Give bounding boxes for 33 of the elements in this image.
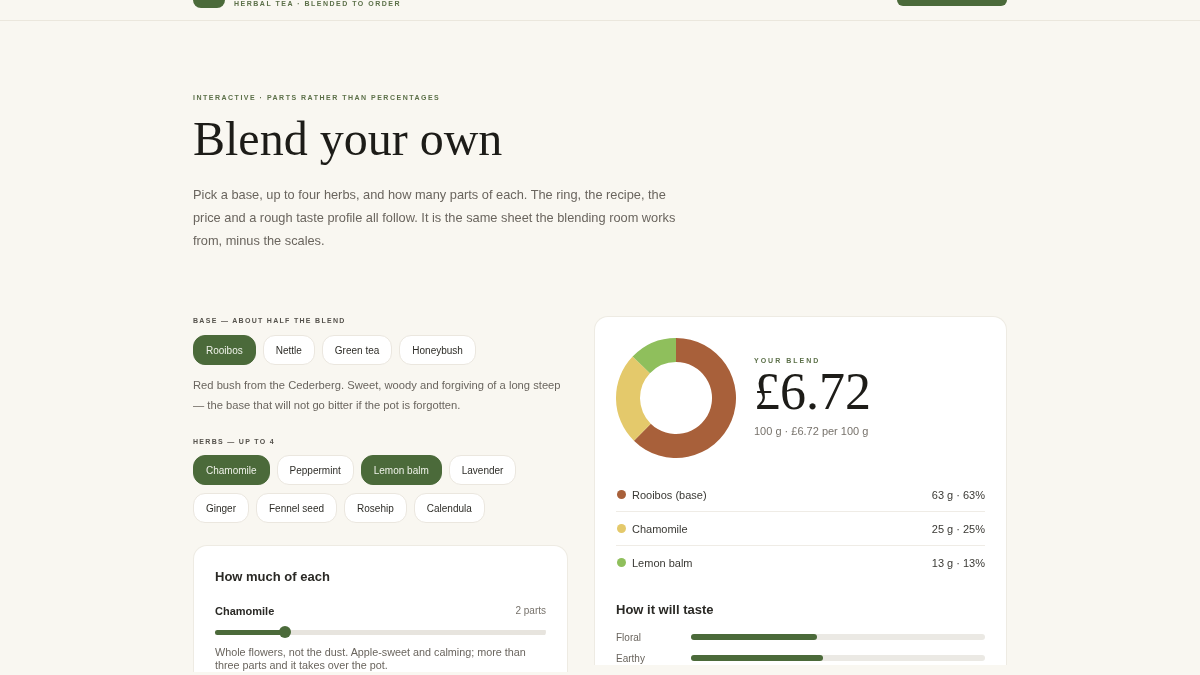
- option-chip[interactable]: Rosehip: [344, 493, 407, 523]
- price-detail: 100 g · £6.72 per 100 g: [754, 424, 870, 439]
- legend-value: 63 g · 63%: [931, 488, 985, 501]
- legend-label: Chamomile: [632, 522, 689, 535]
- option-chip[interactable]: Fennel seed: [256, 493, 338, 523]
- legend-value: 25 g · 25%: [931, 522, 985, 535]
- option-chip[interactable]: Lavender: [448, 455, 517, 485]
- header-button[interactable]: [897, 0, 1007, 6]
- slider-note: Whole flowers, not the dust. Apple-sweet and calming; more than three parts and it takes over the pot.: [215, 646, 527, 672]
- base-description: Red bush from the Cederberg. Sweet, woody and forgiving of a long steep — the base that will not go bitter if the pot is forgotten.: [193, 378, 562, 413]
- option-chip[interactable]: Lemon balm: [360, 455, 442, 485]
- option-chip[interactable]: Rooibos: [193, 335, 256, 365]
- price-total: £6.72: [754, 366, 871, 418]
- option-chip[interactable]: Ginger: [193, 493, 249, 523]
- page-title: Blend your own: [193, 115, 504, 163]
- intro-paragraph: Pick a base, up to four herbs, and how many parts of each. The ring, the recipe, the price and a rough taste profile all follow. It is the same sheet the blending room works from, minus the scales.: [193, 186, 677, 250]
- card-title: How much of each: [215, 569, 331, 585]
- option-chip[interactable]: Calendula: [413, 493, 485, 523]
- legend-label: Lemon balm: [632, 556, 694, 569]
- taste-label: Floral: [616, 631, 642, 643]
- taste-label: Earthy: [616, 652, 646, 664]
- slider-thumb[interactable]: [278, 626, 291, 638]
- option-chip[interactable]: Peppermint: [276, 455, 354, 485]
- option-chip[interactable]: Green tea: [321, 335, 393, 365]
- logo-icon[interactable]: [193, 0, 225, 8]
- option-chip[interactable]: Chamomile: [193, 455, 270, 485]
- legend-label: Rooibos (base): [632, 488, 708, 501]
- card-title: How it will taste: [616, 602, 715, 618]
- slider-label: Chamomile: [215, 604, 275, 618]
- option-chip[interactable]: Nettle: [262, 335, 315, 365]
- legend-value: 13 g · 13%: [931, 556, 985, 569]
- slider-value: 2 parts: [515, 604, 546, 618]
- option-chip[interactable]: Honeybush: [399, 335, 476, 365]
